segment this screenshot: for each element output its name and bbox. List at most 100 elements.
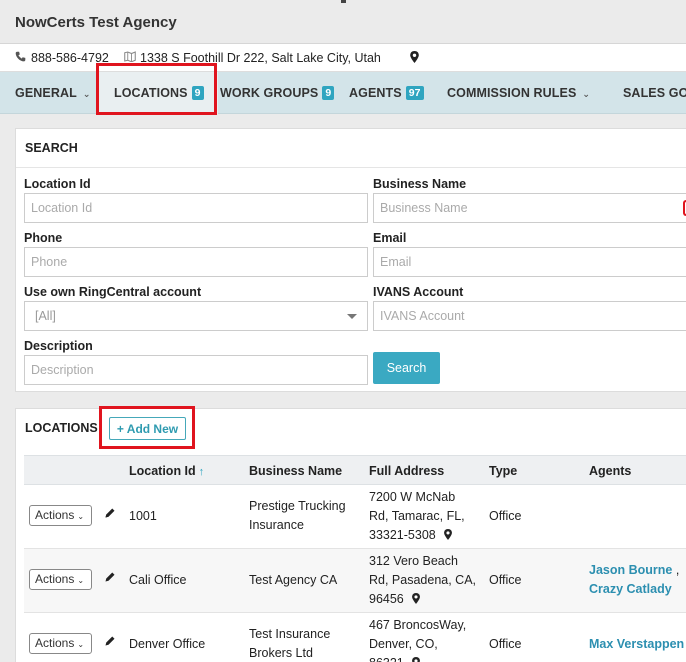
pencil-icon[interactable] — [104, 507, 116, 522]
column-header-full-address[interactable]: Full Address — [369, 464, 444, 478]
address-line: 33321-5308 — [369, 528, 436, 542]
column-label: Location Id — [129, 464, 196, 478]
agents-count-badge: 97 — [405, 86, 424, 100]
nav-general-label: GENERAL — [15, 86, 77, 100]
location-id-cell: Cali Office — [129, 573, 187, 587]
location-pin-icon[interactable] — [410, 51, 419, 66]
chevron-down-icon: ⌄ — [77, 640, 85, 649]
agency-header: NowCerts Test Agency — [0, 0, 686, 44]
email-label: Email — [373, 231, 407, 245]
type-cell: Office — [489, 573, 522, 587]
ivans-label: IVANS Account — [373, 285, 464, 299]
location-id-input[interactable] — [24, 193, 368, 223]
actions-dropdown-button[interactable]: Actions ⌄ — [29, 633, 92, 654]
location-pin-icon[interactable] — [412, 593, 421, 604]
phone-field[interactable] — [31, 255, 361, 269]
agents-cell: Jason Bourne , Crazy Catlady — [589, 563, 680, 596]
table-row: Actions ⌄ 1001 Prestige Trucking Insuranc… — [24, 485, 686, 549]
nav-work-groups-label: WORK GROUPS — [220, 86, 319, 100]
business-name-cell: Test Insurance Brokers Ltd — [249, 625, 330, 662]
email-input[interactable] — [373, 247, 686, 277]
search-panel: SEARCH Location Id Business Name Phone E… — [15, 128, 686, 392]
address-line: Denver, CO, — [369, 637, 438, 651]
nav-general[interactable]: GENERAL ⌄ — [15, 86, 90, 100]
table-row: Actions ⌄ Cali Office Test Agency CA 312 … — [24, 549, 686, 613]
description-field[interactable] — [31, 363, 361, 377]
chevron-down-icon: ⌄ — [82, 89, 91, 99]
column-header-type[interactable]: Type — [489, 464, 517, 478]
window-marker — [341, 0, 346, 3]
address-cell: 467 BroncosWay, Denver, CO, 86321 — [369, 616, 466, 662]
business-name-line: Prestige Trucking — [249, 499, 346, 513]
address-line: Rd, Pasadena, CA, — [369, 573, 477, 587]
ringcentral-selected-value: [All] — [35, 309, 56, 323]
locations-panel-title: LOCATIONS — [25, 421, 98, 435]
ringcentral-select[interactable]: [All] — [24, 301, 368, 331]
location-id-field[interactable] — [31, 201, 361, 215]
nav-commission-rules[interactable]: COMMISSION RULES ⌄ — [447, 86, 590, 100]
actions-label: Actions — [35, 572, 75, 586]
location-id-cell: Denver Office — [129, 637, 206, 651]
caret-down-icon — [347, 314, 357, 319]
business-name-cell: Test Agency CA — [249, 573, 338, 587]
actions-dropdown-button[interactable]: Actions ⌄ — [29, 505, 92, 526]
business-name-field[interactable] — [380, 201, 686, 215]
address-line: 86321 — [369, 656, 404, 662]
chevron-down-icon: ⌄ — [77, 512, 85, 521]
search-button[interactable]: Search — [373, 352, 440, 384]
location-pin-icon[interactable] — [444, 529, 453, 540]
business-name-label: Business Name — [373, 177, 467, 191]
nav-agents[interactable]: AGENTS 97 — [349, 86, 424, 100]
address-line: Rd, Tamarac, FL, — [369, 509, 465, 523]
nav-commission-rules-label: COMMISSION RULES — [447, 86, 577, 100]
actions-dropdown-button[interactable]: Actions ⌄ — [29, 569, 92, 590]
location-pin-icon[interactable] — [412, 657, 421, 662]
phone-input[interactable] — [24, 247, 368, 277]
business-name-line: Test Insurance — [249, 627, 331, 641]
ringcentral-label: Use own RingCentral account — [24, 285, 202, 299]
address-line: 7200 W McNab — [369, 490, 456, 504]
column-header-agents[interactable]: Agents — [589, 464, 631, 478]
divider — [16, 167, 686, 168]
type-cell: Office — [489, 509, 522, 523]
agents-cell: Max Verstappen — [589, 635, 684, 654]
business-name-cell: Prestige Trucking Insurance — [249, 497, 346, 535]
address-cell: 312 Vero Beach Rd, Pasadena, CA, 96456 — [369, 552, 476, 609]
business-name-line: Insurance — [249, 518, 304, 532]
search-panel-title: SEARCH — [25, 141, 78, 155]
description-input[interactable] — [24, 355, 368, 385]
column-header-business-name[interactable]: Business Name — [249, 464, 342, 478]
nav-sales-goals[interactable]: SALES GOA — [623, 86, 686, 100]
ivans-input[interactable] — [373, 301, 686, 331]
agency-name: NowCerts Test Agency — [15, 14, 177, 31]
sort-ascending-icon: ↑ — [198, 466, 205, 478]
table-row: Actions ⌄ Denver Office Test Insurance Br… — [24, 613, 686, 662]
table-header: Location Id ↑ Business Name Full Address … — [24, 455, 686, 485]
email-field[interactable] — [380, 255, 686, 269]
column-header-location-id[interactable]: Location Id ↑ — [129, 464, 204, 478]
business-name-line: Brokers Ltd — [249, 646, 313, 660]
chevron-down-icon: ⌄ — [77, 576, 85, 585]
business-name-input[interactable] — [373, 193, 686, 223]
nav-agents-label: AGENTS — [349, 86, 402, 100]
ivans-field[interactable] — [380, 309, 686, 323]
annotation-highlight-add-new — [99, 406, 195, 449]
agent-link[interactable]: Crazy Catlady — [589, 582, 672, 596]
location-id-cell: 1001 — [129, 509, 157, 523]
agent-link[interactable]: Max Verstappen — [589, 637, 684, 651]
pencil-icon[interactable] — [104, 635, 116, 650]
agent-link[interactable]: Jason Bourne — [589, 563, 672, 577]
type-cell: Office — [489, 637, 522, 651]
phone-label: Phone — [24, 231, 63, 245]
address-cell: 7200 W McNab Rd, Tamarac, FL, 33321-5308 — [369, 488, 465, 545]
work-groups-count-badge: 9 — [322, 86, 335, 100]
location-id-label: Location Id — [24, 177, 91, 191]
description-label: Description — [24, 339, 93, 353]
phone-icon — [15, 51, 26, 65]
address-line: 467 BroncosWay, — [369, 618, 467, 632]
annotation-highlight-locations-tab — [96, 63, 217, 115]
nav-work-groups[interactable]: WORK GROUPS 9 — [220, 86, 335, 100]
pencil-icon[interactable] — [104, 571, 116, 586]
chevron-down-icon: ⌄ — [582, 89, 591, 99]
nav-sales-goals-label: SALES GOA — [623, 86, 686, 100]
